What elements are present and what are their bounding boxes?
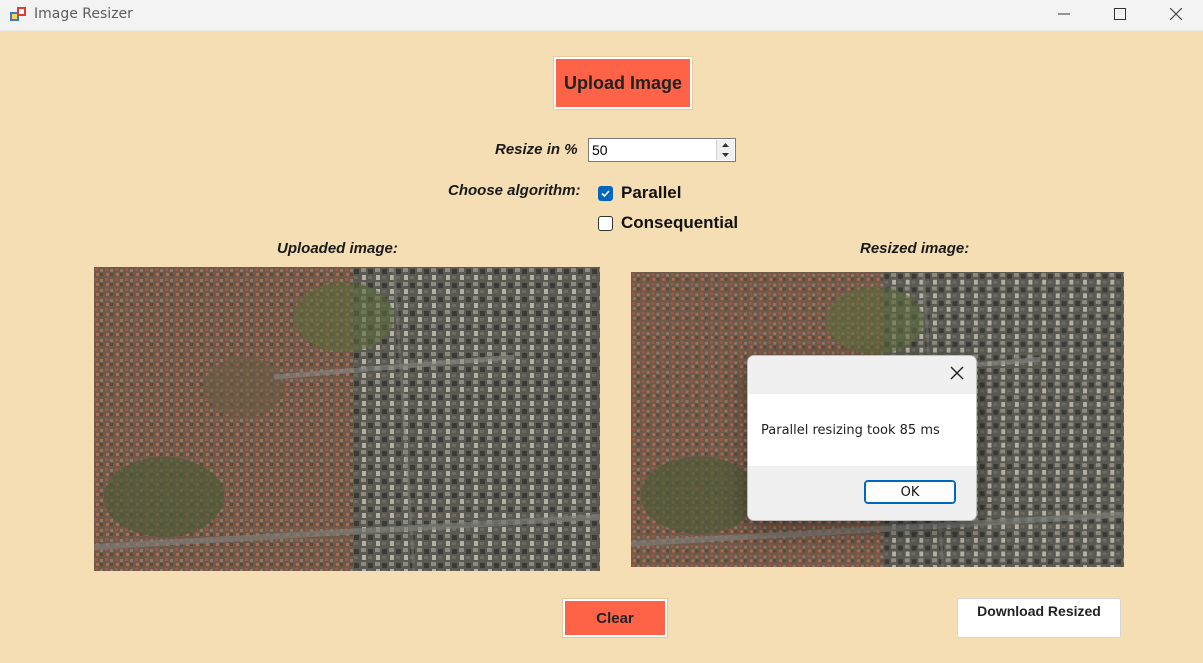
close-button[interactable] xyxy=(1148,0,1203,28)
clear-button[interactable]: Clear xyxy=(563,599,667,637)
window-title: Image Resizer xyxy=(34,6,133,22)
ok-button[interactable]: OK xyxy=(864,480,956,504)
parallel-checkbox[interactable] xyxy=(598,186,613,201)
maximize-button[interactable] xyxy=(1092,0,1148,28)
dialog-close-button[interactable] xyxy=(948,364,966,382)
checkmark-icon xyxy=(601,190,610,198)
resized-image-label: Resized image: xyxy=(860,240,970,257)
resize-percent-stepper[interactable]: 50 xyxy=(588,138,736,162)
consequential-checkbox[interactable] xyxy=(598,216,613,231)
parallel-option-label[interactable]: Parallel xyxy=(621,183,682,203)
title-bar: Image Resizer xyxy=(0,0,1203,31)
close-icon xyxy=(950,366,964,380)
close-icon xyxy=(1170,8,1182,20)
resize-label: Resize in % xyxy=(495,141,578,158)
spin-down-button[interactable] xyxy=(717,150,734,160)
arrow-up-icon xyxy=(722,143,729,147)
upload-image-button[interactable]: Upload Image xyxy=(554,57,692,109)
download-resized-button[interactable]: Download Resized xyxy=(957,598,1121,638)
dialog-body: Parallel resizing took 85 ms xyxy=(748,394,976,466)
resize-percent-value[interactable]: 50 xyxy=(592,142,608,158)
uploaded-image-label: Uploaded image: xyxy=(277,240,398,257)
consequential-option-label[interactable]: Consequential xyxy=(621,213,738,233)
arrow-down-icon xyxy=(722,153,729,157)
aerial-photo-uploaded xyxy=(94,267,600,571)
minimize-button[interactable] xyxy=(1036,0,1092,28)
dialog-message: Parallel resizing took 85 ms xyxy=(761,423,940,438)
app-icon xyxy=(10,7,26,21)
dialog-header xyxy=(748,356,976,394)
algorithm-label: Choose algorithm: xyxy=(448,182,581,199)
spin-buttons xyxy=(716,140,734,160)
minimize-icon xyxy=(1058,13,1070,15)
maximize-icon xyxy=(1114,8,1126,20)
message-dialog: Parallel resizing took 85 ms OK xyxy=(747,355,977,521)
uploaded-image xyxy=(94,267,600,571)
dialog-footer: OK xyxy=(748,466,976,520)
